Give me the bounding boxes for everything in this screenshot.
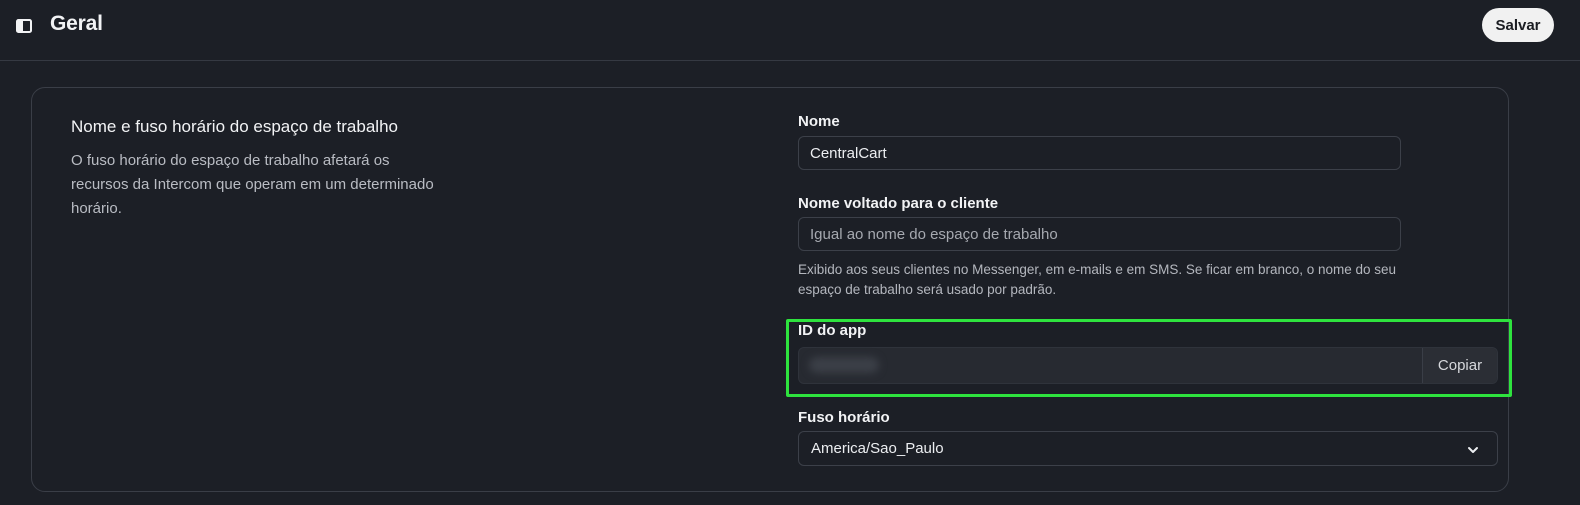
customer-name-help: Exibido aos seus clientes no Messenger, …: [798, 262, 1397, 297]
top-bar: Geral Salvar: [0, 0, 1580, 61]
section-title: Nome e fuso horário do espaço de trabalh…: [71, 117, 398, 136]
customer-name-input[interactable]: [798, 217, 1401, 251]
timezone-value: America/Sao_Paulo: [811, 440, 944, 457]
chevron-down-icon: [1467, 443, 1479, 455]
save-button[interactable]: Salvar: [1482, 8, 1554, 42]
sidebar-toggle-icon[interactable]: [16, 18, 32, 34]
copy-button[interactable]: Copiar: [1422, 348, 1497, 383]
name-label: Nome: [798, 113, 840, 130]
app-id-value-redacted: [809, 357, 879, 373]
section-description: O fuso horário do espaço de trabalho afe…: [71, 152, 434, 217]
app-id-label: ID do app: [798, 322, 867, 339]
app-id-field: Copiar: [798, 347, 1498, 384]
timezone-select[interactable]: America/Sao_Paulo: [798, 431, 1498, 466]
customer-name-label: Nome voltado para o cliente: [798, 195, 999, 212]
page-title: Geral: [50, 12, 103, 35]
name-input[interactable]: [798, 136, 1401, 170]
timezone-label: Fuso horário: [798, 409, 890, 426]
